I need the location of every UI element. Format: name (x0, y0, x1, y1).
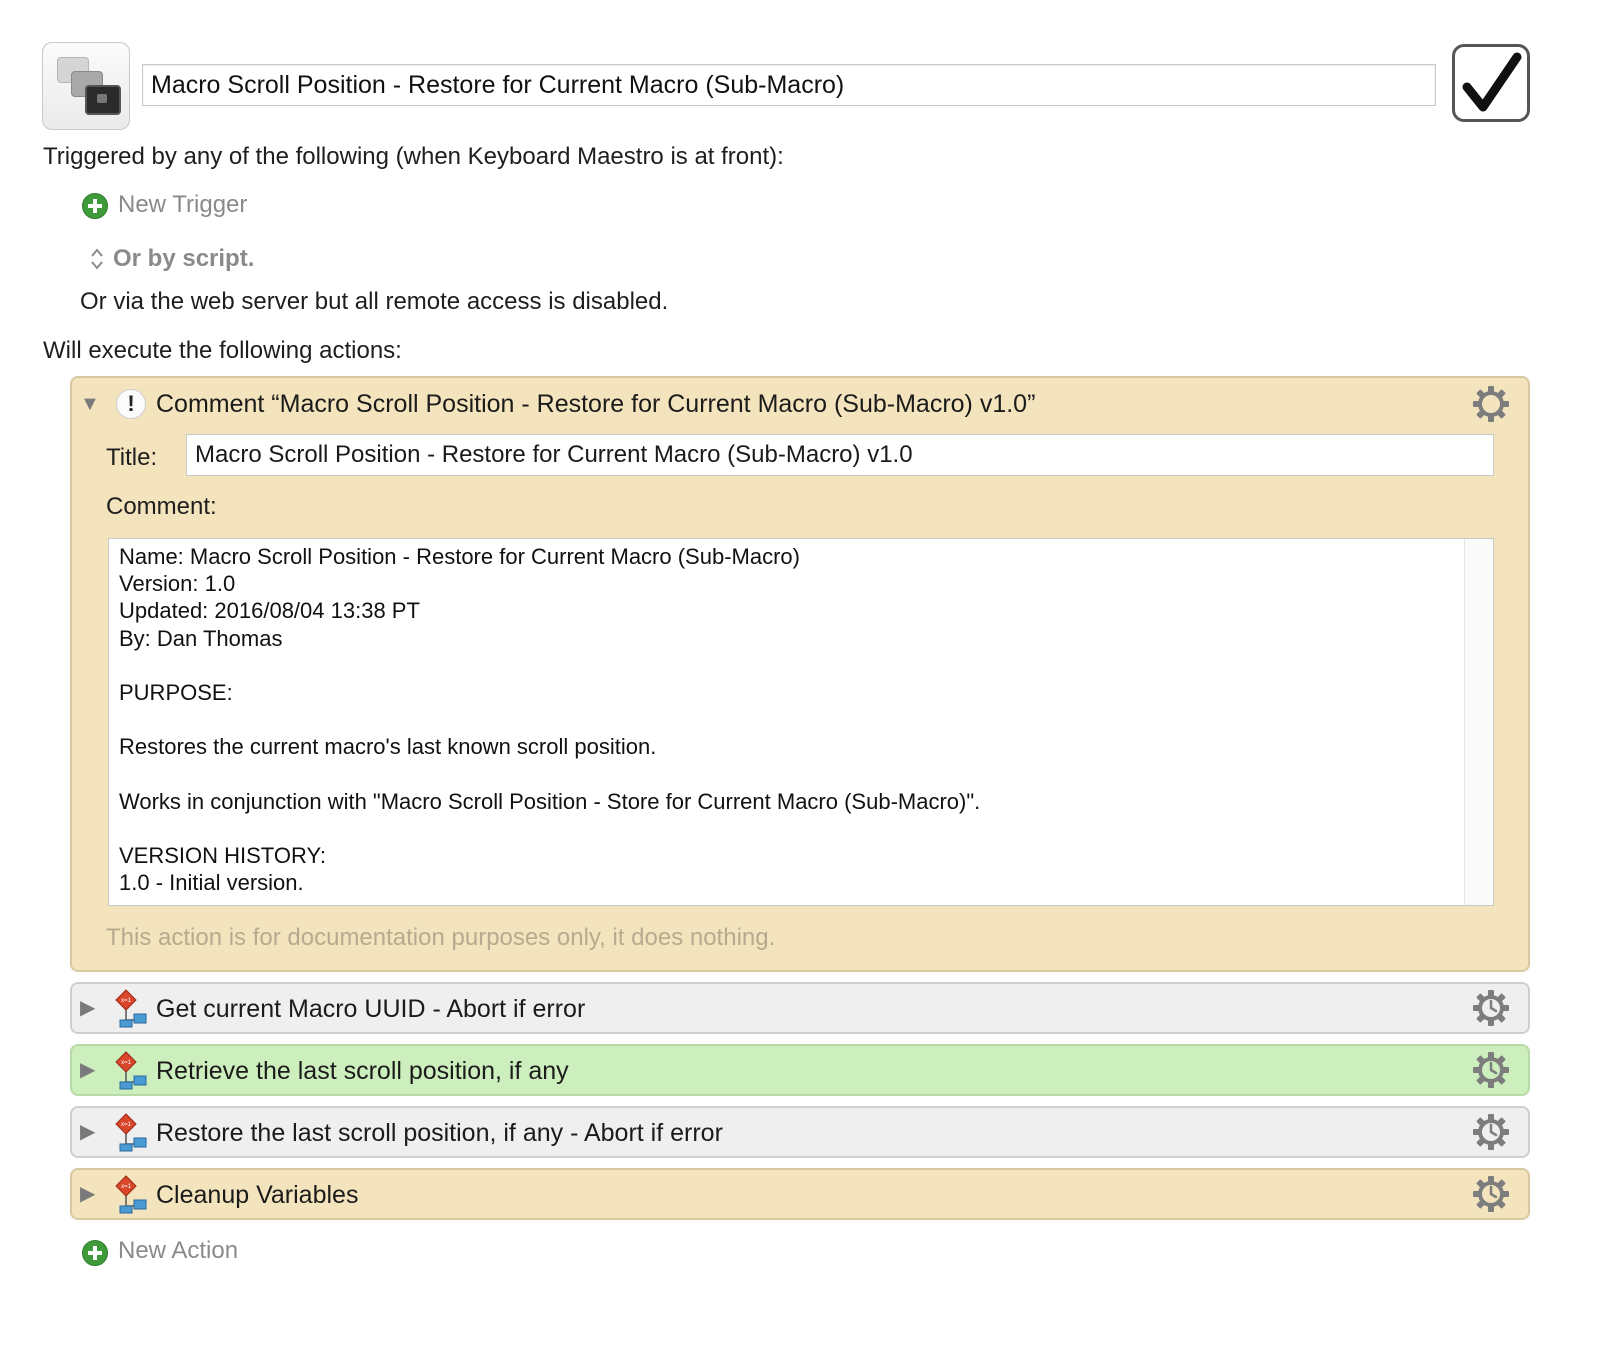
or-by-script-toggle[interactable]: Or by script. (113, 245, 254, 273)
svg-text:x=1: x=1 (121, 1060, 132, 1066)
svg-text:x=1: x=1 (121, 998, 132, 1004)
title-input[interactable]: Macro Scroll Position - Restore for Curr… (186, 434, 1494, 476)
comment-action[interactable]: ▼ ! Comment “Macro Scroll Position - Res… (70, 376, 1530, 972)
gear-icon[interactable] (1472, 1175, 1510, 1213)
variable-group-icon: x=1 (114, 1112, 150, 1157)
gear-icon[interactable] (1472, 385, 1510, 423)
variable-group-icon: x=1 (114, 1050, 150, 1095)
triggers-heading: Triggered by any of the following (when … (43, 143, 784, 170)
enabled-checkbox[interactable] (1452, 44, 1530, 122)
group-action[interactable]: ▶ x=1 Restore the last scroll position, … (70, 1106, 1530, 1158)
exclamation-icon: ! (116, 389, 146, 419)
plus-circle-icon[interactable] (82, 193, 108, 219)
comment-scrollbar[interactable] (1464, 539, 1493, 905)
variable-group-icon: x=1 (114, 988, 150, 1033)
variable-group-icon: x=1 (114, 1174, 150, 1219)
documentation-note: This action is for documentation purpose… (106, 924, 776, 951)
new-trigger-button[interactable]: New Trigger (118, 191, 247, 219)
gear-icon[interactable] (1472, 1113, 1510, 1151)
comment-label: Comment: (106, 493, 217, 520)
comment-textarea[interactable]: Name: Macro Scroll Position - Restore fo… (108, 538, 1494, 906)
group-action[interactable]: ▶ x=1 Retrieve the last scroll position,… (70, 1044, 1530, 1096)
gear-icon[interactable] (1472, 989, 1510, 1027)
triangle-right-icon[interactable]: ▶ (80, 995, 95, 1020)
triangle-right-icon[interactable]: ▶ (80, 1181, 95, 1206)
group-action-title: Restore the last scroll position, if any… (156, 1119, 723, 1147)
group-action-title: Retrieve the last scroll position, if an… (156, 1057, 569, 1085)
checkmark-icon (1462, 52, 1522, 112)
new-action-button[interactable]: New Action (118, 1237, 238, 1265)
comment-action-title: Comment “Macro Scroll Position - Restore… (156, 390, 1036, 418)
comment-text: Name: Macro Scroll Position - Restore fo… (119, 544, 981, 896)
gear-icon[interactable] (1472, 1051, 1510, 1089)
svg-text:x=1: x=1 (121, 1184, 132, 1190)
web-server-note: Or via the web server but all remote acc… (80, 288, 669, 315)
triangle-down-icon[interactable]: ▼ (80, 393, 100, 416)
group-action[interactable]: ▶ x=1 Cleanup Variables (70, 1168, 1530, 1220)
triangle-right-icon[interactable]: ▶ (80, 1057, 95, 1082)
group-action-title: Get current Macro UUID - Abort if error (156, 995, 586, 1023)
plus-circle-icon[interactable] (82, 1240, 108, 1266)
group-action[interactable]: ▶ x=1 Get current Macro UUID - Abort if … (70, 982, 1530, 1034)
actions-heading: Will execute the following actions: (43, 337, 402, 364)
title-label: Title: (106, 444, 158, 471)
triangle-right-icon[interactable]: ▶ (80, 1119, 95, 1144)
svg-text:x=1: x=1 (121, 1122, 132, 1128)
up-down-arrows-icon[interactable] (90, 246, 104, 272)
macro-icon (42, 42, 130, 130)
group-action-title: Cleanup Variables (156, 1181, 359, 1209)
macro-name-field[interactable]: Macro Scroll Position - Restore for Curr… (142, 64, 1436, 106)
